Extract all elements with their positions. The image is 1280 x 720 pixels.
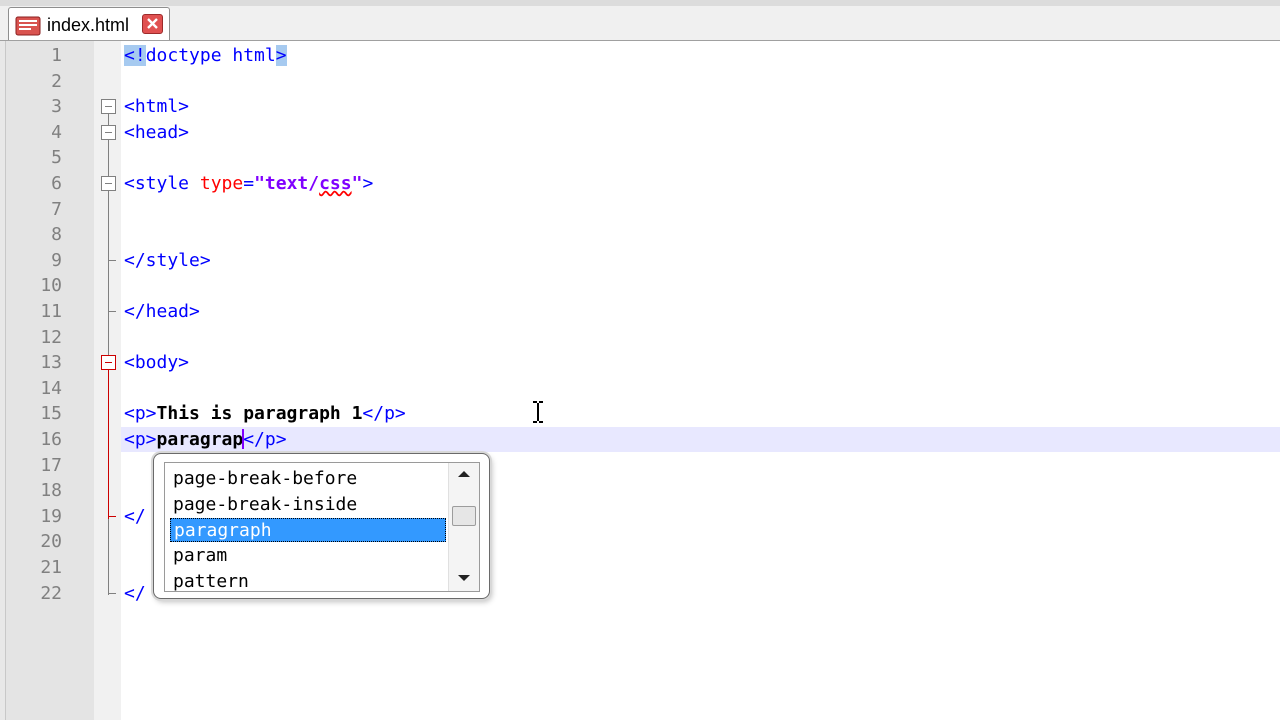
code-token: type [199,173,244,194]
code-line[interactable]: </ [124,581,146,607]
line-number: 13 [40,352,62,373]
tab-title: index.html [47,15,130,35]
line-number: 4 [51,122,62,143]
current-line-highlight [121,427,1280,452]
code-line[interactable]: </style> [124,248,211,274]
line-number: 20 [40,531,62,552]
scroll-thumb[interactable] [452,506,476,526]
code-token: <body> [124,352,190,373]
code-token: paragrap [156,429,244,450]
fold-line-body [108,370,109,519]
code-token: > [362,173,374,194]
line-number: 21 [40,557,62,578]
code-line[interactable]: <!doctype html> [124,43,287,69]
code-token: doctype html [145,45,276,66]
fold-toggle-style[interactable] [101,176,116,191]
code-token: css [319,173,352,194]
fold-toggle-body[interactable] [101,355,116,370]
code-token: " [351,173,363,194]
fold-toggle-html[interactable] [101,99,116,114]
autocomplete-item[interactable]: page-break-inside [170,493,446,517]
code-token: <html> [124,96,190,117]
code-token: = [243,173,255,194]
line-number: 12 [40,327,62,348]
code-line[interactable]: <html> [124,94,189,120]
editor-area[interactable] [0,41,1280,720]
autocomplete-item[interactable]: param [170,544,446,568]
code-token: <p> [124,403,157,424]
autocomplete-popup: page-break-before page-break-inside paragr… [153,453,490,599]
line-number: 15 [40,403,62,424]
tab-bar: index.html [0,0,1280,41]
code-token: </p> [362,403,406,424]
scroll-down-arrow-icon[interactable] [458,575,470,581]
line-number: 7 [51,199,62,220]
fold-end-tick [108,260,116,261]
code-line[interactable]: <p>paragrap</p> [124,427,287,453]
autocomplete-list[interactable]: page-break-before page-break-inside paragr… [164,462,480,592]
tab-index-html[interactable]: index.html [8,7,170,40]
autocomplete-item[interactable]: page-break-before [170,467,446,491]
line-number: 3 [51,96,62,117]
autocomplete-item[interactable]: paragraph [170,518,446,543]
code-line[interactable]: <style type="text/css"> [124,171,373,197]
code-line[interactable]: <head> [124,120,189,146]
fold-end-tick [108,593,116,594]
scroll-up-arrow-icon[interactable] [458,471,470,477]
close-icon[interactable] [142,14,163,34]
line-number: 6 [51,173,62,194]
code-token: </head> [124,301,200,322]
code-token: </ [124,583,146,604]
line-number: 11 [40,301,62,322]
code-token: </p> [243,429,287,450]
fold-end-tick [108,516,116,517]
line-number: 1 [51,45,62,66]
line-number: 8 [51,224,62,245]
line-number: 9 [51,250,62,271]
code-line[interactable]: <body> [124,350,189,376]
line-number: 17 [40,455,62,476]
tab-bar-top [0,0,1280,6]
code-token: This is paragraph 1 [156,403,363,424]
code-token: <! [124,45,146,66]
code-token: <p> [124,429,157,450]
line-number: 18 [40,480,62,501]
fold-end-tick [108,311,116,312]
code-token: </ [124,506,146,527]
code-line[interactable]: </ [124,504,146,530]
line-number: 22 [40,583,62,604]
line-number: 14 [40,378,62,399]
line-number: 19 [40,506,62,527]
code-token: <head> [124,122,190,143]
line-number: 10 [40,275,62,296]
code-token: <style [124,173,200,194]
line-number: 2 [51,71,62,92]
code-token: > [275,45,287,66]
code-token: "text/ [254,173,320,194]
autocomplete-item[interactable]: pattern [170,570,446,594]
autocomplete-scrollbar[interactable] [448,463,479,591]
code-line[interactable]: </head> [124,299,200,325]
fold-toggle-head[interactable] [101,125,116,140]
line-number: 5 [51,147,62,168]
text-cursor-icon [533,401,543,423]
code-token: </style> [124,250,211,271]
line-number: 16 [40,429,62,450]
html-file-icon [15,16,41,36]
code-line[interactable]: <p>This is paragraph 1</p> [124,401,406,427]
